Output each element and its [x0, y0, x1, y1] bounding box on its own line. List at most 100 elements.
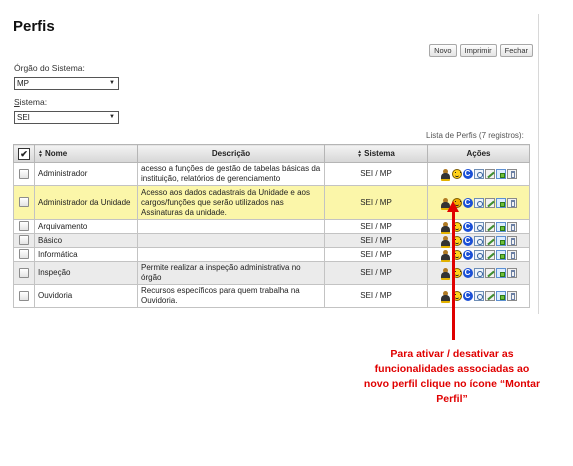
- row-actions: C: [431, 221, 526, 234]
- edit-icon[interactable]: [484, 268, 495, 278]
- user-permissions-icon[interactable]: [440, 221, 451, 234]
- row-checkbox[interactable]: [19, 249, 29, 260]
- descricao-cell: Acesso aos dados cadastrais da Unidade e…: [137, 185, 325, 220]
- acoes-column-header: Ações: [427, 144, 530, 163]
- table-row[interactable]: Administrador acesso a funções de gestão …: [13, 162, 530, 186]
- sistema-select-value: SEI: [17, 113, 30, 122]
- annotation-arrow: [452, 208, 455, 340]
- view-icon[interactable]: [473, 235, 484, 246]
- delete-icon[interactable]: [506, 197, 517, 208]
- descricao-cell: Permite realizar a inspeção administrati…: [137, 261, 325, 285]
- row-actions: C: [431, 249, 526, 262]
- user-permissions-icon[interactable]: [440, 268, 451, 280]
- profile-description: acesso a funções de gestão de tabelas bá…: [141, 164, 321, 183]
- profile-system: SEI / MP: [360, 249, 392, 259]
- acoes-cell: C: [427, 261, 530, 285]
- sistema-header-label: Sistema: [364, 149, 395, 158]
- montar-perfil-smiley-icon[interactable]: [451, 169, 462, 179]
- view-icon[interactable]: [473, 197, 484, 208]
- view-icon[interactable]: [473, 221, 484, 232]
- profile-system: SEI / MP: [360, 291, 392, 300]
- delete-icon[interactable]: [506, 169, 517, 179]
- profile-description: Recursos específicos para quem trabalha …: [141, 286, 300, 305]
- row-actions: C: [431, 291, 526, 303]
- edit-icon[interactable]: [484, 169, 495, 179]
- delete-icon[interactable]: [506, 221, 517, 232]
- delete-icon[interactable]: [506, 268, 517, 278]
- page-right-border: [538, 14, 539, 314]
- edit-icon[interactable]: [484, 249, 495, 260]
- descricao-cell: [137, 219, 325, 234]
- orgao-select-value: MP: [17, 79, 29, 88]
- row-checkbox[interactable]: [19, 197, 29, 208]
- row-checkbox[interactable]: [19, 221, 29, 232]
- sistema-select[interactable]: SEI ▼: [14, 111, 119, 124]
- profile-name: Ouvidoria: [38, 291, 73, 300]
- sistema-label: Sistema:: [14, 97, 47, 107]
- descricao-cell: [137, 247, 325, 262]
- clone-icon[interactable]: [495, 268, 506, 278]
- row-select-cell: [13, 247, 35, 262]
- clone-icon[interactable]: [495, 221, 506, 232]
- edit-icon[interactable]: [484, 235, 495, 246]
- sistema-column-header[interactable]: ▲ ▼ Sistema: [324, 144, 428, 163]
- row-checkbox[interactable]: [19, 235, 29, 246]
- delete-icon[interactable]: [506, 291, 517, 301]
- row-checkbox[interactable]: [19, 267, 29, 278]
- row-actions: C: [431, 268, 526, 280]
- user-permissions-icon[interactable]: [440, 169, 451, 181]
- clone-icon[interactable]: [495, 235, 506, 246]
- view-icon[interactable]: [473, 291, 484, 301]
- row-checkbox[interactable]: [19, 290, 29, 301]
- edit-icon[interactable]: [484, 291, 495, 301]
- sistema-cell: SEI / MP: [324, 185, 428, 220]
- copy-c-icon[interactable]: C: [462, 197, 473, 208]
- table-header-row: ✔ ▲ ▼ Nome Descrição ▲ ▼ Sistema Ações: [13, 144, 530, 163]
- nome-column-header[interactable]: ▲ ▼ Nome: [34, 144, 138, 163]
- row-actions: C: [431, 197, 526, 210]
- select-all-checkbox[interactable]: ✔: [18, 147, 30, 160]
- sistema-cell: SEI / MP: [324, 284, 428, 308]
- clone-icon[interactable]: [495, 249, 506, 260]
- copy-c-icon[interactable]: C: [462, 235, 473, 246]
- select-all-header: ✔: [13, 144, 35, 163]
- user-permissions-icon[interactable]: [440, 291, 451, 303]
- sort-icon[interactable]: ▲ ▼: [38, 149, 43, 158]
- sort-icon[interactable]: ▲ ▼: [357, 149, 362, 158]
- delete-icon[interactable]: [506, 235, 517, 246]
- novo-button[interactable]: Novo: [429, 44, 457, 57]
- acoes-cell: C: [427, 284, 530, 308]
- copy-c-icon[interactable]: C: [462, 249, 473, 260]
- sistema-label-rest: istema:: [19, 97, 48, 107]
- view-icon[interactable]: [473, 268, 484, 278]
- row-select-cell: [13, 162, 35, 186]
- profile-name: Administrador: [38, 169, 88, 178]
- nome-cell: Inspeção: [34, 261, 138, 285]
- view-icon[interactable]: [473, 169, 484, 179]
- fechar-button[interactable]: Fechar: [499, 44, 533, 57]
- clone-icon[interactable]: [495, 169, 506, 179]
- edit-icon[interactable]: [484, 197, 495, 208]
- sistema-cell: SEI / MP: [324, 219, 428, 234]
- toolbar: Novo Imprimir Fechar: [429, 44, 533, 57]
- clone-icon[interactable]: [495, 291, 506, 301]
- copy-c-icon[interactable]: C: [462, 221, 473, 232]
- annotation-note: Para ativar / desativar as funcionalidad…: [363, 348, 541, 405]
- copy-c-icon[interactable]: C: [462, 169, 473, 179]
- nome-cell: Administrador da Unidade: [34, 185, 138, 220]
- edit-icon[interactable]: [484, 221, 495, 232]
- profile-name: Inspeção: [38, 268, 71, 277]
- delete-icon[interactable]: [506, 249, 517, 260]
- descricao-cell: [137, 233, 325, 248]
- copy-c-icon[interactable]: C: [462, 291, 473, 301]
- clone-icon[interactable]: [495, 197, 506, 208]
- row-checkbox[interactable]: [19, 168, 29, 179]
- user-permissions-icon[interactable]: [440, 235, 451, 248]
- copy-c-icon[interactable]: C: [462, 268, 473, 278]
- page-title: Perfis: [13, 18, 55, 35]
- orgao-select[interactable]: MP ▼: [14, 77, 119, 90]
- nome-cell: Ouvidoria: [34, 284, 138, 308]
- user-permissions-icon[interactable]: [440, 249, 451, 262]
- imprimir-button[interactable]: Imprimir: [459, 44, 497, 57]
- view-icon[interactable]: [473, 249, 484, 260]
